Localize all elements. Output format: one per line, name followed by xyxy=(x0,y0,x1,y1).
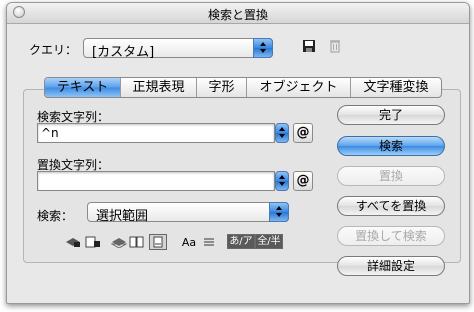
width-sensitive-toggle[interactable]: 全/半 xyxy=(255,234,283,249)
tab-text[interactable]: テキスト xyxy=(45,78,121,97)
tab-object[interactable]: オブジェクト xyxy=(247,78,351,97)
query-dropdown[interactable]: [カスタム] xyxy=(83,38,273,60)
find-button[interactable]: 検索 xyxy=(337,136,445,156)
change-history-stepper[interactable] xyxy=(275,171,289,191)
chevron-updown-icon xyxy=(269,202,289,222)
find-what-field[interactable]: ^n xyxy=(37,123,275,143)
done-button[interactable]: 完了 xyxy=(337,105,445,125)
change-all-button[interactable]: すべてを置換 xyxy=(337,196,445,216)
save-query-icon[interactable] xyxy=(302,39,316,56)
chevron-updown-icon xyxy=(253,38,273,58)
change-find-button[interactable]: 置換して検索 xyxy=(337,226,445,246)
change-special-characters-button[interactable]: @ xyxy=(293,171,313,191)
mode-tabs: テキスト 正規表現 字形 オブジェクト 文字種変換 xyxy=(44,77,442,98)
search-scope-dropdown[interactable]: 選択範囲 xyxy=(87,202,289,224)
case-sensitive-toggle[interactable]: Aa xyxy=(181,235,197,249)
include-hidden-layers-icon[interactable] xyxy=(111,235,127,249)
search-scope-value: 選択範囲 xyxy=(96,209,149,224)
find-change-dialog: 検索と置換 クエリ： [カスタム] テキスト 正規表現 字形 オブジェクト 文字… xyxy=(6,2,470,304)
include-footnotes-icon[interactable] xyxy=(149,234,167,250)
change-to-field[interactable] xyxy=(37,171,275,191)
window-title: 検索と置換 xyxy=(207,8,268,22)
tab-transliterate[interactable]: 文字種変換 xyxy=(351,78,441,97)
whole-word-icon[interactable] xyxy=(201,235,217,249)
fewer-options-button[interactable]: 詳細設定 xyxy=(337,256,445,276)
find-what-value: ^n xyxy=(41,126,59,140)
find-special-characters-button[interactable]: @ xyxy=(293,123,313,143)
query-label: クエリ： xyxy=(29,43,78,57)
find-history-stepper[interactable] xyxy=(275,123,289,143)
include-master-pages-icon[interactable] xyxy=(129,235,145,249)
delete-query-icon[interactable] xyxy=(329,38,341,56)
title-bar[interactable]: 検索と置換 xyxy=(7,3,469,24)
search-scope-label: 検索： xyxy=(37,209,74,223)
tab-grep[interactable]: 正規表現 xyxy=(121,78,197,97)
include-locked-stories-icon[interactable] xyxy=(85,235,101,249)
kana-sensitive-toggle[interactable]: あ/ア xyxy=(227,234,255,249)
change-button[interactable]: 置換 xyxy=(337,166,445,186)
include-locked-layers-icon[interactable] xyxy=(65,235,81,249)
tab-glyph[interactable]: 字形 xyxy=(197,78,247,97)
query-value: [カスタム] xyxy=(92,45,155,60)
